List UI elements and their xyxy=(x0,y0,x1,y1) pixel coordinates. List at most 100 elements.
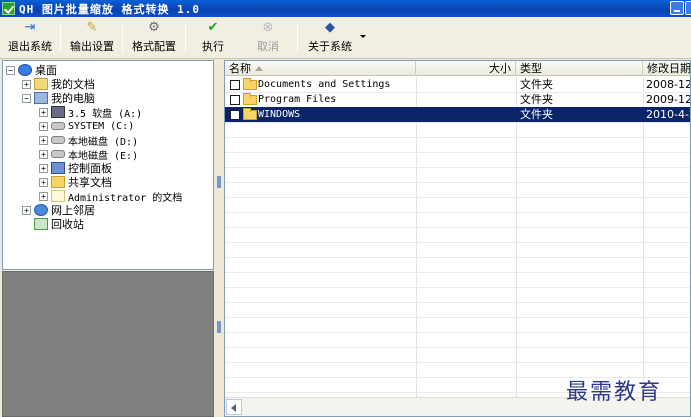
expand-icon[interactable]: + xyxy=(39,149,48,159)
tree-item-drive-c[interactable]: + SYSTEM (C:) xyxy=(39,119,134,133)
file-modified: 2008-12-2 xyxy=(646,78,690,91)
tree-item-my-computer[interactable]: − 我的电脑 xyxy=(22,91,95,105)
splitter-grip-icon[interactable] xyxy=(217,176,221,188)
network-icon xyxy=(34,204,48,216)
expand-icon[interactable]: + xyxy=(39,121,48,131)
panel-splitter[interactable] xyxy=(215,60,223,417)
app-check-icon xyxy=(2,2,15,15)
output-settings-icon: ✎ xyxy=(86,20,98,35)
file-type: 文件夹 xyxy=(520,108,553,121)
grid-line xyxy=(225,362,690,363)
grid-line xyxy=(225,167,690,168)
expand-icon[interactable]: + xyxy=(22,205,31,215)
about-system-button[interactable]: ◆ 关于系统 xyxy=(304,19,356,57)
column-modified-label: 修改日期 xyxy=(647,62,691,75)
toolbar: ⇥ 退出系统 ✎ 输出设置 ⚙ 格式配置 ✔ 执行 ⊗ 取消 ◆ 关于系统 xyxy=(0,17,691,59)
grid-line xyxy=(225,287,690,288)
row-checkbox[interactable] xyxy=(230,110,240,120)
maximize-button[interactable] xyxy=(685,1,691,15)
my-computer-icon xyxy=(34,92,48,104)
column-type-label: 类型 xyxy=(520,62,542,75)
tree-item-administrator-documents[interactable]: + Administrator 的文档 xyxy=(39,189,182,204)
about-dropdown-arrow-icon[interactable] xyxy=(360,35,366,38)
minimize-button[interactable] xyxy=(670,1,684,15)
grid-line xyxy=(225,242,690,243)
cancel-button[interactable]: ⊗ 取消 xyxy=(249,19,287,57)
column-size-label: 大小 xyxy=(489,62,511,75)
expand-icon[interactable]: + xyxy=(39,177,48,187)
tree-item-drive-e[interactable]: + 本地磁盘 (E:) xyxy=(39,147,138,162)
file-list[interactable]: 名称 大小 类型 修改日期 Documents and Settings 文件夹… xyxy=(224,60,691,417)
grid-line xyxy=(225,317,690,318)
grid-line xyxy=(225,347,690,348)
expand-icon[interactable]: + xyxy=(39,191,48,201)
format-config-button[interactable]: ⚙ 格式配置 xyxy=(129,19,179,57)
folder-tree[interactable]: − 桌面 + 我的文档 − 我的电脑 + 3.5 软盘 (A:) + SYSTE… xyxy=(2,60,214,270)
floppy-icon xyxy=(51,106,65,118)
output-settings-label: 输出设置 xyxy=(70,40,114,53)
collapse-icon[interactable]: − xyxy=(22,93,31,103)
toolbar-separator xyxy=(122,23,123,53)
file-name: Documents and Settings xyxy=(258,79,391,90)
expand-icon[interactable]: + xyxy=(39,163,48,173)
grid-line xyxy=(225,332,690,333)
exit-icon: ⇥ xyxy=(24,20,36,35)
grid-line xyxy=(225,122,690,123)
column-header-size[interactable]: 大小 xyxy=(416,61,516,76)
drive-icon xyxy=(51,122,65,130)
splitter-grip-icon[interactable] xyxy=(217,321,221,333)
tree-item-desktop[interactable]: − 桌面 xyxy=(6,63,57,77)
tree-item-recycle-bin[interactable]: 回收站 xyxy=(22,217,84,231)
folder-icon xyxy=(243,108,257,120)
grid-line xyxy=(225,212,690,213)
window-title: QH 图片批量缩放 格式转换 1.0 xyxy=(19,3,200,16)
grid-line xyxy=(225,257,690,258)
column-header-modified[interactable]: 修改日期 xyxy=(643,61,691,76)
about-system-label: 关于系统 xyxy=(308,40,352,53)
format-config-label: 格式配置 xyxy=(132,40,176,53)
row-checkbox[interactable] xyxy=(230,80,240,90)
tree-item-my-documents[interactable]: + 我的文档 xyxy=(22,77,95,91)
file-type: 文件夹 xyxy=(520,93,553,106)
folder-icon xyxy=(51,176,65,188)
grid-line xyxy=(643,77,644,397)
expand-icon[interactable]: + xyxy=(22,79,31,89)
file-row[interactable]: Program Files 文件夹 2009-12-2 xyxy=(225,92,690,107)
folder-icon xyxy=(51,190,65,202)
folder-icon xyxy=(243,93,257,105)
file-type: 文件夹 xyxy=(520,78,553,91)
tree-item-control-panel[interactable]: + 控制面板 xyxy=(39,161,112,175)
title-bar: QH 图片批量缩放 格式转换 1.0 xyxy=(0,0,691,17)
format-config-icon: ⚙ xyxy=(148,20,160,35)
exit-system-button[interactable]: ⇥ 退出系统 xyxy=(6,19,54,57)
file-modified: 2010-4-26 xyxy=(646,108,690,121)
expand-icon[interactable]: + xyxy=(39,135,48,145)
scroll-left-arrow-icon[interactable] xyxy=(226,399,242,415)
tree-item-shared-documents[interactable]: + 共享文档 xyxy=(39,175,112,189)
grid-line xyxy=(416,77,417,397)
file-name: WINDOWS xyxy=(258,109,301,120)
grid-line xyxy=(225,272,690,273)
sort-ascending-icon xyxy=(255,66,263,71)
run-button[interactable]: ✔ 执行 xyxy=(194,19,232,57)
run-check-icon: ✔ xyxy=(207,20,219,35)
column-header-type[interactable]: 类型 xyxy=(516,61,643,76)
tree-item-drive-d[interactable]: + 本地磁盘 (D:) xyxy=(39,133,138,148)
grid-line xyxy=(225,152,690,153)
file-row-selected[interactable]: WINDOWS 文件夹 2010-4-26 xyxy=(225,107,690,122)
about-icon: ◆ xyxy=(325,20,335,35)
output-settings-button[interactable]: ✎ 输出设置 xyxy=(67,19,117,57)
collapse-icon[interactable]: − xyxy=(6,65,15,75)
column-name-label: 名称 xyxy=(229,62,251,75)
tree-item-floppy[interactable]: + 3.5 软盘 (A:) xyxy=(39,105,142,120)
drive-icon xyxy=(51,136,65,144)
column-header-name[interactable]: 名称 xyxy=(225,61,416,76)
file-row[interactable]: Documents and Settings 文件夹 2008-12-2 xyxy=(225,77,690,92)
toolbar-separator xyxy=(60,23,61,53)
file-modified: 2009-12-2 xyxy=(646,93,690,106)
tree-item-network-places[interactable]: + 网上邻居 xyxy=(22,203,95,217)
expand-icon[interactable]: + xyxy=(39,107,48,117)
row-checkbox[interactable] xyxy=(230,95,240,105)
cancel-label: 取消 xyxy=(257,40,279,53)
